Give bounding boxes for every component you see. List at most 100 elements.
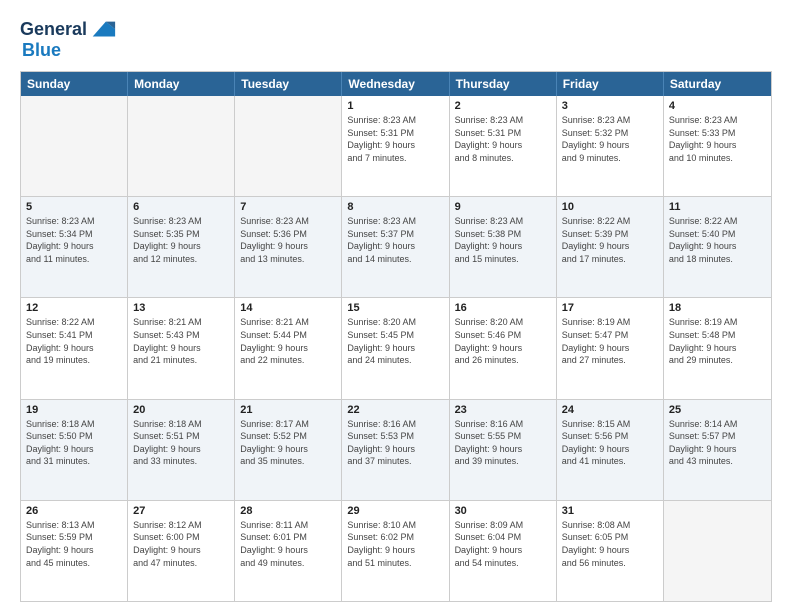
calendar-cell: [235, 96, 342, 196]
day-number: 13: [133, 302, 229, 314]
cell-text: and 15 minutes.: [455, 253, 551, 266]
cell-text: Sunrise: 8:18 AM: [26, 418, 122, 431]
calendar-cell: 4Sunrise: 8:23 AMSunset: 5:33 PMDaylight…: [664, 96, 771, 196]
cell-text: Sunset: 5:55 PM: [455, 430, 551, 443]
day-number: 15: [347, 302, 443, 314]
cell-text: Sunset: 5:45 PM: [347, 329, 443, 342]
cell-text: Sunset: 5:34 PM: [26, 228, 122, 241]
day-number: 28: [240, 505, 336, 517]
cell-text: Sunset: 5:35 PM: [133, 228, 229, 241]
calendar-cell: [21, 96, 128, 196]
cell-text: Sunrise: 8:09 AM: [455, 519, 551, 532]
cell-text: and 56 minutes.: [562, 557, 658, 570]
cell-text: Sunrise: 8:23 AM: [240, 215, 336, 228]
calendar-cell: 23Sunrise: 8:16 AMSunset: 5:55 PMDayligh…: [450, 400, 557, 500]
cell-text: and 8 minutes.: [455, 152, 551, 165]
cell-text: Daylight: 9 hours: [240, 342, 336, 355]
cell-text: Sunset: 5:44 PM: [240, 329, 336, 342]
cell-text: Sunset: 5:37 PM: [347, 228, 443, 241]
cell-text: and 37 minutes.: [347, 455, 443, 468]
day-number: 14: [240, 302, 336, 314]
cell-text: Sunrise: 8:22 AM: [669, 215, 766, 228]
day-number: 30: [455, 505, 551, 517]
cell-text: Daylight: 9 hours: [455, 240, 551, 253]
cell-text: Sunrise: 8:13 AM: [26, 519, 122, 532]
weekday-header: Tuesday: [235, 72, 342, 96]
cell-text: Sunrise: 8:22 AM: [26, 316, 122, 329]
cell-text: Sunrise: 8:16 AM: [347, 418, 443, 431]
cell-text: Sunset: 5:56 PM: [562, 430, 658, 443]
cell-text: Sunrise: 8:23 AM: [26, 215, 122, 228]
calendar-cell: 7Sunrise: 8:23 AMSunset: 5:36 PMDaylight…: [235, 197, 342, 297]
cell-text: Daylight: 9 hours: [133, 342, 229, 355]
calendar-cell: 3Sunrise: 8:23 AMSunset: 5:32 PMDaylight…: [557, 96, 664, 196]
cell-text: and 27 minutes.: [562, 354, 658, 367]
day-number: 12: [26, 302, 122, 314]
day-number: 17: [562, 302, 658, 314]
cell-text: and 51 minutes.: [347, 557, 443, 570]
calendar-cell: 9Sunrise: 8:23 AMSunset: 5:38 PMDaylight…: [450, 197, 557, 297]
cell-text: Daylight: 9 hours: [562, 443, 658, 456]
weekday-header: Wednesday: [342, 72, 449, 96]
calendar-cell: 12 Sunrise: 8:22 AMSunset: 5:41 PMDayligh…: [21, 298, 128, 398]
cell-text: Daylight: 9 hours: [562, 139, 658, 152]
cell-text: Sunrise: 8:18 AM: [133, 418, 229, 431]
day-number: 11: [669, 201, 766, 213]
calendar-row: 26Sunrise: 8:13 AMSunset: 5:59 PMDayligh…: [21, 501, 771, 601]
cell-text: Sunrise: 8:23 AM: [669, 114, 766, 127]
cell-text: Sunset: 5:51 PM: [133, 430, 229, 443]
cell-text: and 31 minutes.: [26, 455, 122, 468]
cell-text: Sunset: 5:46 PM: [455, 329, 551, 342]
cell-text: Sunset: 6:05 PM: [562, 531, 658, 544]
logo-icon: [89, 16, 117, 44]
calendar-row: 1Sunrise: 8:23 AMSunset: 5:31 PMDaylight…: [21, 96, 771, 197]
cell-text: Daylight: 9 hours: [240, 544, 336, 557]
cell-text: Sunrise: 8:20 AM: [347, 316, 443, 329]
day-number: 31: [562, 505, 658, 517]
day-number: 10: [562, 201, 658, 213]
day-number: 16: [455, 302, 551, 314]
cell-text: Sunset: 5:32 PM: [562, 127, 658, 140]
cell-text: and 19 minutes.: [26, 354, 122, 367]
logo: General Blue: [20, 16, 117, 61]
day-number: 25: [669, 404, 766, 416]
cell-text: Daylight: 9 hours: [133, 443, 229, 456]
cell-text: Sunset: 5:31 PM: [455, 127, 551, 140]
cell-text: Sunrise: 8:23 AM: [455, 215, 551, 228]
cell-text: and 41 minutes.: [562, 455, 658, 468]
day-number: 3: [562, 100, 658, 112]
calendar: SundayMondayTuesdayWednesdayThursdayFrid…: [20, 71, 772, 602]
calendar-cell: 29Sunrise: 8:10 AMSunset: 6:02 PMDayligh…: [342, 501, 449, 601]
cell-text: Daylight: 9 hours: [26, 443, 122, 456]
cell-text: Sunset: 5:59 PM: [26, 531, 122, 544]
day-number: 6: [133, 201, 229, 213]
cell-text: Sunrise: 8:14 AM: [669, 418, 766, 431]
calendar-cell: 26Sunrise: 8:13 AMSunset: 5:59 PMDayligh…: [21, 501, 128, 601]
cell-text: Sunrise: 8:11 AM: [240, 519, 336, 532]
day-number: 9: [455, 201, 551, 213]
calendar-cell: 31Sunrise: 8:08 AMSunset: 6:05 PMDayligh…: [557, 501, 664, 601]
calendar-cell: 22Sunrise: 8:16 AMSunset: 5:53 PMDayligh…: [342, 400, 449, 500]
calendar-cell: 5Sunrise: 8:23 AMSunset: 5:34 PMDaylight…: [21, 197, 128, 297]
weekday-header: Saturday: [664, 72, 771, 96]
cell-text: Sunrise: 8:23 AM: [455, 114, 551, 127]
cell-text: Daylight: 9 hours: [26, 240, 122, 253]
calendar-cell: 28Sunrise: 8:11 AMSunset: 6:01 PMDayligh…: [235, 501, 342, 601]
calendar-cell: 11Sunrise: 8:22 AMSunset: 5:40 PMDayligh…: [664, 197, 771, 297]
weekday-header: Thursday: [450, 72, 557, 96]
cell-text: Daylight: 9 hours: [455, 342, 551, 355]
day-number: 1: [347, 100, 443, 112]
calendar-row: 19Sunrise: 8:18 AMSunset: 5:50 PMDayligh…: [21, 400, 771, 501]
calendar-header: SundayMondayTuesdayWednesdayThursdayFrid…: [21, 72, 771, 96]
weekday-header: Monday: [128, 72, 235, 96]
cell-text: Sunrise: 8:17 AM: [240, 418, 336, 431]
calendar-cell: 14Sunrise: 8:21 AMSunset: 5:44 PMDayligh…: [235, 298, 342, 398]
cell-text: Sunrise: 8:22 AM: [562, 215, 658, 228]
cell-text: Sunset: 6:04 PM: [455, 531, 551, 544]
cell-text: Sunset: 5:43 PM: [133, 329, 229, 342]
cell-text: Daylight: 9 hours: [133, 240, 229, 253]
cell-text: Sunset: 5:41 PM: [26, 329, 122, 342]
cell-text: Sunrise: 8:20 AM: [455, 316, 551, 329]
cell-text: Daylight: 9 hours: [26, 342, 122, 355]
cell-text: Daylight: 9 hours: [669, 342, 766, 355]
